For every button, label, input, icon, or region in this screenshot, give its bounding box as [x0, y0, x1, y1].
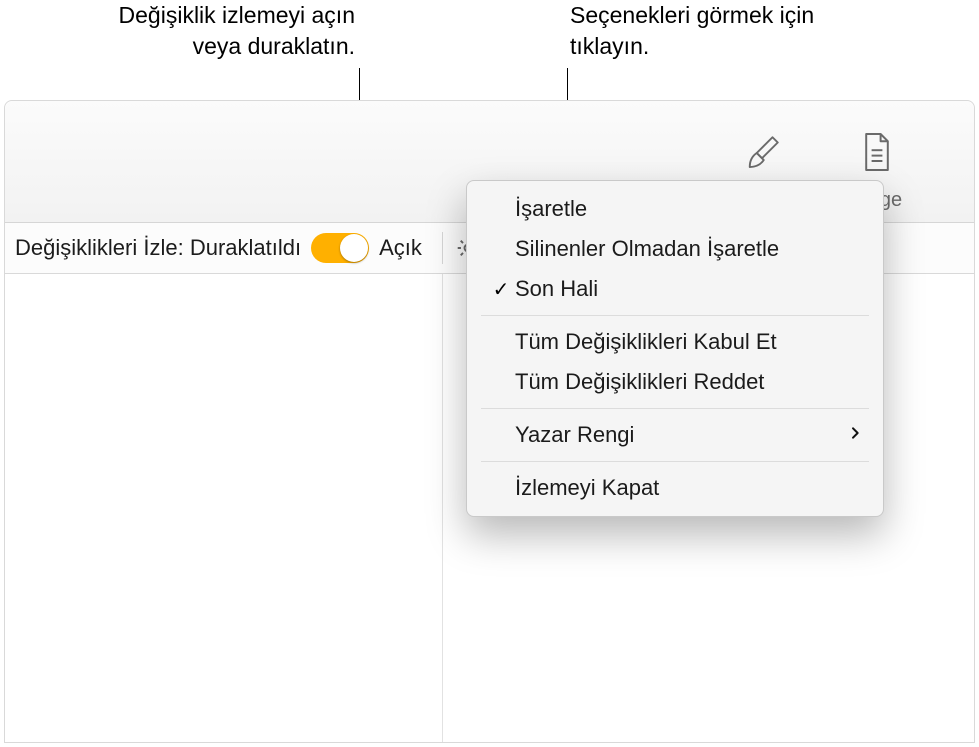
- track-changes-options-menu: İşaretle Silinenler Olmadan İşaretle ✓ S…: [466, 180, 884, 517]
- menu-item-label: Yazar Rengi: [515, 422, 847, 448]
- menu-separator: [481, 461, 869, 462]
- chevron-right-icon: [847, 424, 863, 447]
- menu-item-label: Son Hali: [515, 276, 863, 302]
- document-canvas[interactable]: [5, 274, 442, 742]
- document-icon: [859, 130, 895, 181]
- menu-item-turn-off-tracking[interactable]: İzlemeyi Kapat: [467, 468, 883, 508]
- menu-item-label: Tüm Değişiklikleri Kabul Et: [515, 329, 863, 355]
- menu-item-markup-without-deletions[interactable]: Silinenler Olmadan İşaretle: [467, 229, 883, 269]
- callout-toggle-tracking: Değişiklik izlemeyi açın veya duraklatın…: [70, 0, 355, 62]
- menu-item-markup[interactable]: İşaretle: [467, 189, 883, 229]
- paintbrush-icon: [741, 132, 783, 181]
- menu-item-label: Tüm Değişiklikleri Reddet: [515, 369, 863, 395]
- menu-item-reject-all[interactable]: Tüm Değişiklikleri Reddet: [467, 362, 883, 402]
- track-changes-toggle[interactable]: [311, 233, 369, 263]
- menu-item-label: İzlemeyi Kapat: [515, 475, 863, 501]
- menu-separator: [481, 408, 869, 409]
- track-changes-on-label: Açık: [379, 235, 422, 261]
- check-icon: ✓: [487, 277, 515, 302]
- track-changes-status-label: Değişiklikleri İzle: Duraklatıldı: [15, 235, 301, 261]
- menu-item-label: Silinenler Olmadan İşaretle: [515, 236, 863, 262]
- toggle-knob: [340, 234, 368, 262]
- callout-click-for-options: Seçenekleri görmek için tıklayın.: [570, 0, 850, 62]
- menu-item-label: İşaretle: [515, 196, 863, 222]
- menu-separator: [481, 315, 869, 316]
- menu-item-accept-all[interactable]: Tüm Değişiklikleri Kabul Et: [467, 322, 883, 362]
- menu-item-author-color[interactable]: Yazar Rengi: [467, 415, 883, 455]
- menu-item-final[interactable]: ✓ Son Hali: [467, 269, 883, 309]
- separator: [442, 232, 443, 264]
